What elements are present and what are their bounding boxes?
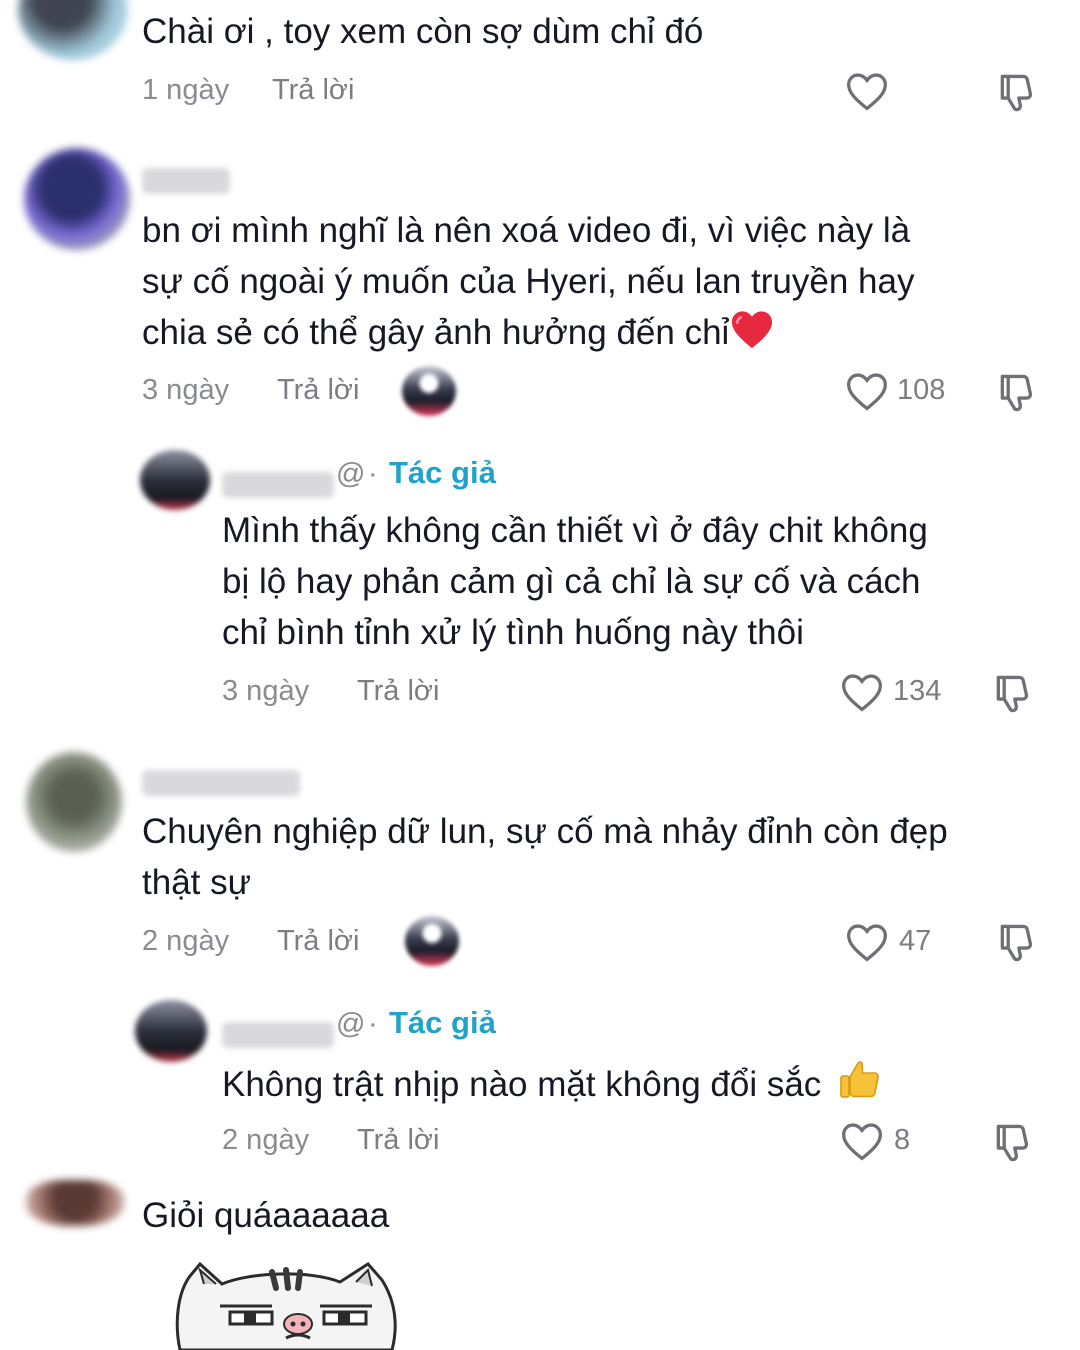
heart-outline-icon[interactable]: [845, 921, 889, 963]
reply-button[interactable]: Trả lời: [272, 74, 354, 107]
comment-time: 1 ngày: [142, 74, 230, 106]
comment-text: Chài ơi , toy xem còn sợ dùm chỉ đó: [142, 6, 703, 57]
dislike-icon[interactable]: [994, 70, 1040, 114]
dislike-icon[interactable]: [990, 671, 1036, 715]
comment-text: Chuyên nghiệp dữ lun, sự cố mà nhảy đỉnh…: [142, 806, 948, 908]
reply-line: Mình thấy không cần thiết vì ở đây chit …: [222, 511, 928, 550]
comment-line: thật sự: [142, 863, 252, 902]
comment-text: bn ơi mình nghĩ là nên xoá video đi, vì …: [142, 205, 914, 358]
reply-text: Mình thấy không cần thiết vì ở đây chit …: [222, 505, 928, 658]
comment-line: Giỏi quáaaaaaa: [142, 1196, 390, 1235]
reply-time: 3 ngày: [222, 675, 310, 707]
reply-button[interactable]: Trả lời: [277, 925, 359, 958]
avatar[interactable]: [18, 0, 128, 60]
avatar[interactable]: [26, 752, 122, 852]
reply-button[interactable]: Trả lời: [357, 675, 439, 708]
comment-line: Chuyên nghiệp dữ lun, sự cố mà nhảy đỉnh…: [142, 812, 948, 851]
username-blurred: [222, 1022, 334, 1048]
comment-text: Giỏi quáaaaaaa: [142, 1190, 389, 1241]
heart-outline-icon[interactable]: [840, 1120, 884, 1162]
like-count: 8: [894, 1124, 911, 1156]
author-liked-avatar: [405, 916, 459, 966]
separator-dot: ·: [368, 1008, 378, 1040]
reply-time: 2 ngày: [222, 1124, 310, 1156]
reply-line: bị lộ hay phản cảm gì cả chỉ là sự cố và…: [222, 562, 921, 601]
heart-outline-icon[interactable]: [845, 370, 889, 412]
comment-line: chia sẻ có thể gây ảnh hưởng đến chỉ: [142, 307, 914, 358]
dislike-icon[interactable]: [994, 920, 1040, 964]
thumbs-up-emoji: [840, 1061, 879, 1098]
avatar[interactable]: [135, 1000, 207, 1062]
dislike-icon[interactable]: [990, 1120, 1036, 1164]
reply-button[interactable]: Trả lời: [357, 1124, 439, 1157]
author-tag: Tác giả: [389, 455, 496, 490]
reply-line: chỉ bình tỉnh xử lý tình huống này thôi: [222, 613, 804, 652]
author-liked-avatar: [402, 366, 456, 416]
author-tag: Tác giả: [389, 1005, 496, 1040]
username-suffix: @: [336, 458, 366, 490]
avatar[interactable]: [26, 1180, 124, 1226]
cat-sticker: [175, 1262, 397, 1350]
avatar[interactable]: [140, 450, 210, 510]
reply-button[interactable]: Trả lời: [277, 374, 359, 407]
red-heart-emoji: [732, 311, 773, 349]
comment-line: sự cố ngoài ý muốn của Hyeri, nếu lan tr…: [142, 262, 915, 301]
comment-time: 2 ngày: [142, 925, 230, 957]
reply-line: Không trật nhịp nào mặt không đổi sắc: [222, 1065, 822, 1104]
separator-dot: ·: [368, 458, 378, 490]
reply-text: Không trật nhịp nào mặt không đổi sắc: [222, 1056, 885, 1110]
like-count: 108: [897, 374, 946, 406]
comment-line: bn ơi mình nghĩ là nên xoá video đi, vì …: [142, 211, 911, 250]
username-blurred: [142, 168, 230, 194]
like-count: 134: [893, 675, 942, 707]
heart-outline-icon[interactable]: [840, 671, 884, 713]
avatar[interactable]: [24, 148, 130, 250]
heart-outline-icon[interactable]: [845, 70, 889, 112]
comment-time: 3 ngày: [142, 374, 230, 406]
dislike-icon[interactable]: [994, 370, 1040, 414]
username-suffix: @: [336, 1008, 366, 1040]
like-count: 47: [899, 925, 932, 957]
username-blurred: [222, 472, 334, 498]
username-blurred: [142, 770, 300, 796]
comment-line: Chài ơi , toy xem còn sợ dùm chỉ đó: [142, 12, 704, 51]
